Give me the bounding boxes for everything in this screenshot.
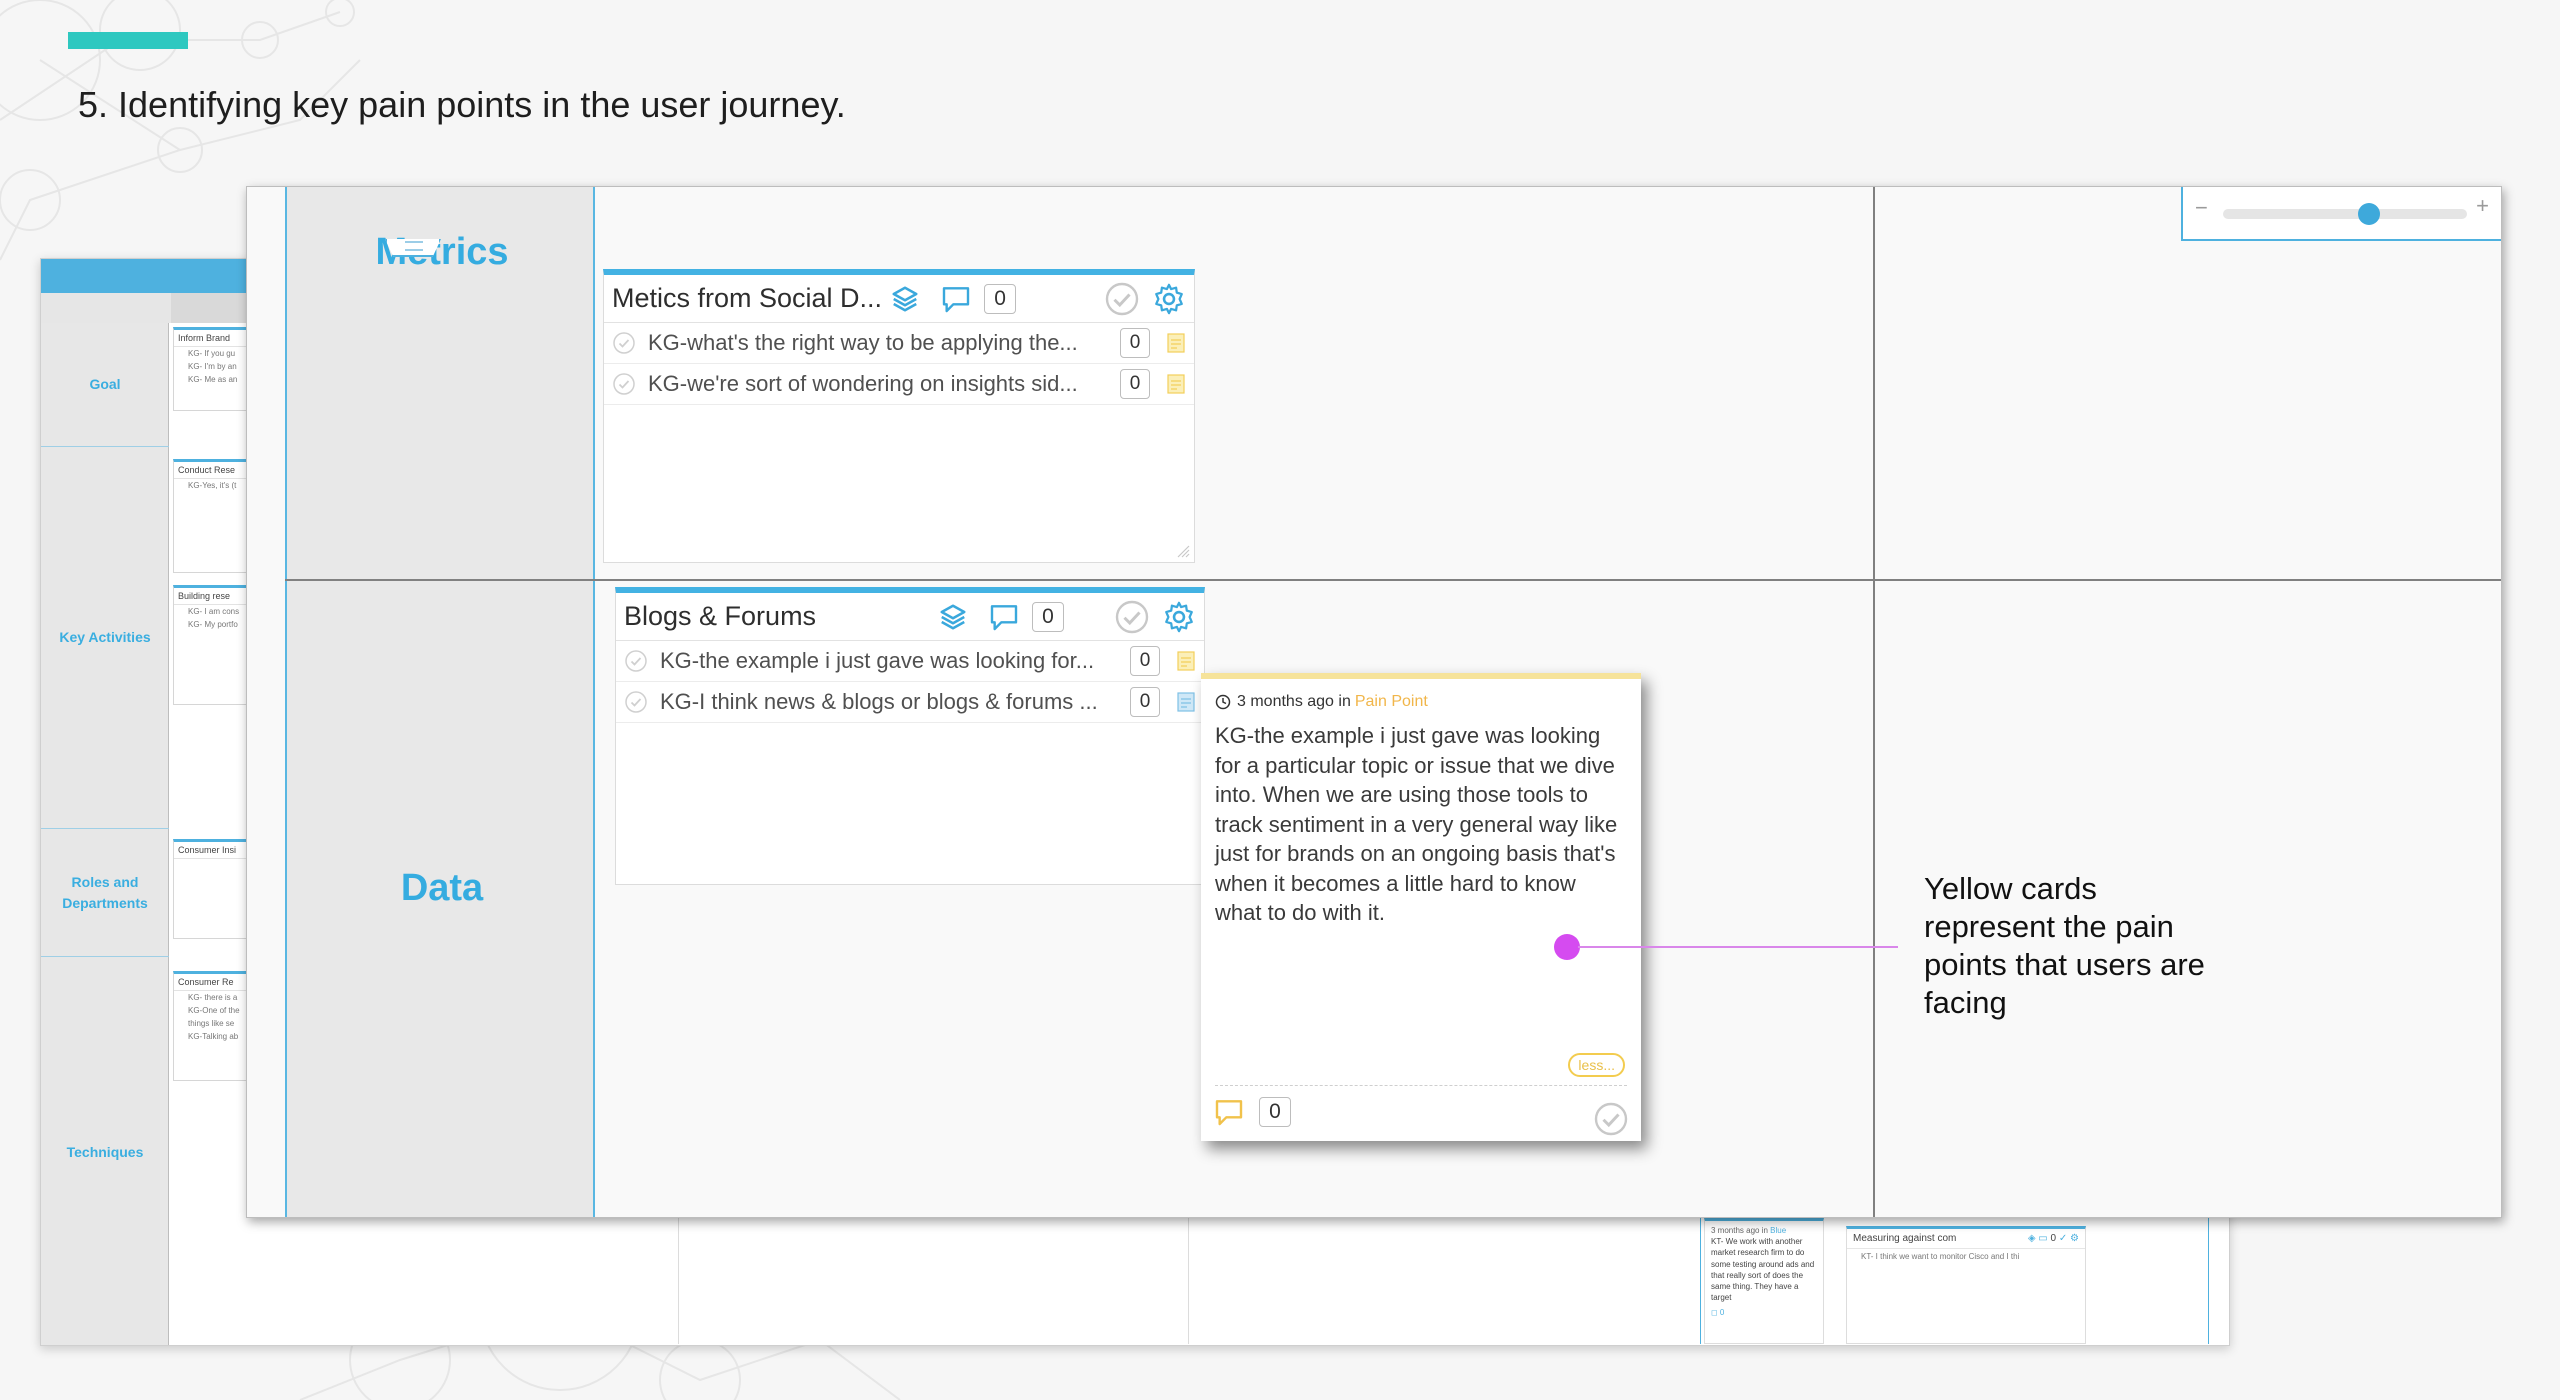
pain-point-card-expanded[interactable]: 3 months ago in Pain Point KG-the exampl… bbox=[1201, 673, 1641, 1141]
line-count: 0 bbox=[1130, 687, 1160, 717]
row-label-metrics: Metrics bbox=[375, 231, 509, 273]
mini-pain-card-text: KT- We work with another market research… bbox=[1711, 1237, 1815, 1303]
card-line-item[interactable]: KG-we're sort of wondering on insights s… bbox=[604, 364, 1194, 405]
check-icon[interactable] bbox=[1104, 281, 1140, 317]
check-icon[interactable] bbox=[612, 372, 636, 396]
zoom-in-button[interactable]: + bbox=[2476, 193, 2489, 219]
layers-icon[interactable] bbox=[938, 602, 968, 632]
check-icon[interactable] bbox=[624, 690, 648, 714]
pain-card-meta: 3 months ago in Pain Point bbox=[1215, 693, 1428, 711]
card-title[interactable]: Metics from Social D... bbox=[612, 283, 882, 314]
mini-card[interactable]: Inform Brand KG- If you gu KG- I'm by an… bbox=[173, 327, 253, 411]
annotation-connector bbox=[1578, 946, 1898, 948]
accent-bar bbox=[68, 32, 188, 49]
note-icon[interactable] bbox=[1176, 650, 1196, 672]
resize-handle-icon[interactable] bbox=[1176, 544, 1190, 558]
grid-column-divider bbox=[1873, 187, 1875, 1217]
journey-board: Metrics Data − + Metics from Social D...… bbox=[246, 186, 2502, 1218]
pain-point-tag[interactable]: Pain Point bbox=[1355, 693, 1428, 711]
grid-row-divider bbox=[285, 579, 2501, 581]
line-count: 0 bbox=[1120, 369, 1150, 399]
pain-card-body: KG-the example i just gave was looking f… bbox=[1215, 723, 1618, 925]
mini-pain-card[interactable]: 3 months ago in Blue KT- We work with an… bbox=[1704, 1218, 1824, 1344]
card-header: Metics from Social D... 0 bbox=[604, 275, 1194, 323]
check-icon[interactable] bbox=[1114, 599, 1150, 635]
card-line-item[interactable]: KG-I think news & blogs or blogs & forum… bbox=[616, 682, 1204, 723]
back-row-key-activities: Key Activities bbox=[41, 447, 169, 829]
slide-title: 5. Identifying key pain points in the us… bbox=[78, 84, 846, 125]
clock-icon bbox=[1215, 694, 1231, 710]
row-labels-column bbox=[285, 187, 595, 1217]
mini-card[interactable]: Consumer Re KG- there is a KG-One of the… bbox=[173, 971, 253, 1081]
layers-icon[interactable] bbox=[890, 284, 920, 314]
zoom-slider-track[interactable] bbox=[2223, 209, 2467, 219]
comment-icon[interactable] bbox=[940, 284, 972, 314]
gear-icon[interactable] bbox=[1162, 600, 1196, 634]
row-label-data: Data bbox=[400, 867, 484, 909]
back-row-roles: Roles and Departments bbox=[41, 829, 169, 957]
check-icon[interactable] bbox=[612, 331, 636, 355]
pain-card-footer: 0 bbox=[1213, 1097, 1291, 1127]
gear-icon[interactable] bbox=[1152, 282, 1186, 316]
background-board-column-header-2 bbox=[171, 293, 251, 323]
check-icon[interactable] bbox=[1593, 1101, 1629, 1137]
mini-card-measuring[interactable]: Measuring against com ◈ ▭ 0 ✓ ⚙ KT- I th… bbox=[1846, 1226, 2086, 1344]
mini-card-icons: ◈ ▭ 0 ✓ ⚙ bbox=[2027, 1233, 2079, 1244]
comment-count: 0 bbox=[984, 283, 1017, 314]
comment-icon[interactable]: ◻ bbox=[1711, 1308, 1718, 1317]
back-row-goal: Goal bbox=[41, 323, 169, 447]
note-icon[interactable] bbox=[1166, 373, 1186, 395]
note-icon[interactable] bbox=[1166, 332, 1186, 354]
mini-card[interactable]: Conduct Rese KG-Yes, it's (t bbox=[173, 459, 253, 573]
topic-card-metics-social[interactable]: Metics from Social D... 0 KG-what's the … bbox=[603, 269, 1195, 563]
zoom-out-button[interactable]: − bbox=[2195, 195, 2208, 221]
line-count: 0 bbox=[1130, 646, 1160, 676]
check-icon[interactable] bbox=[624, 649, 648, 673]
card-line-item[interactable]: KG-what's the right way to be applying t… bbox=[604, 323, 1194, 364]
menu-icon[interactable] bbox=[405, 241, 423, 251]
topic-card-blogs-forums[interactable]: Blogs & Forums 0 KG-the example i just g… bbox=[615, 587, 1205, 885]
line-count: 0 bbox=[1120, 328, 1150, 358]
back-row-techniques: Techniques bbox=[66, 1143, 144, 1160]
less-button[interactable]: less... bbox=[1568, 1053, 1625, 1077]
zoom-control: − + bbox=[2181, 187, 2501, 241]
annotation-marker bbox=[1554, 934, 1580, 960]
card-header: Blogs & Forums 0 bbox=[616, 593, 1204, 641]
mini-card[interactable]: Building rese KG- I am cons KG- My portf… bbox=[173, 585, 253, 705]
mini-card[interactable]: Consumer Insi bbox=[173, 839, 253, 939]
note-icon[interactable] bbox=[1176, 691, 1196, 713]
annotation-text: Yellow cards represent the pain points t… bbox=[1924, 871, 2205, 1020]
comment-count: 0 bbox=[1259, 1097, 1291, 1127]
zoom-slider-handle[interactable] bbox=[2358, 203, 2381, 225]
comment-icon[interactable] bbox=[1213, 1097, 1245, 1127]
card-line-item[interactable]: KG-the example i just gave was looking f… bbox=[616, 641, 1204, 682]
background-row-labels: Goal Key Activities Roles and Department… bbox=[41, 323, 169, 1345]
pain-card-divider bbox=[1215, 1085, 1627, 1086]
card-title[interactable]: Blogs & Forums bbox=[624, 601, 816, 632]
comment-count: 0 bbox=[1032, 601, 1064, 632]
comment-icon[interactable] bbox=[988, 602, 1020, 632]
